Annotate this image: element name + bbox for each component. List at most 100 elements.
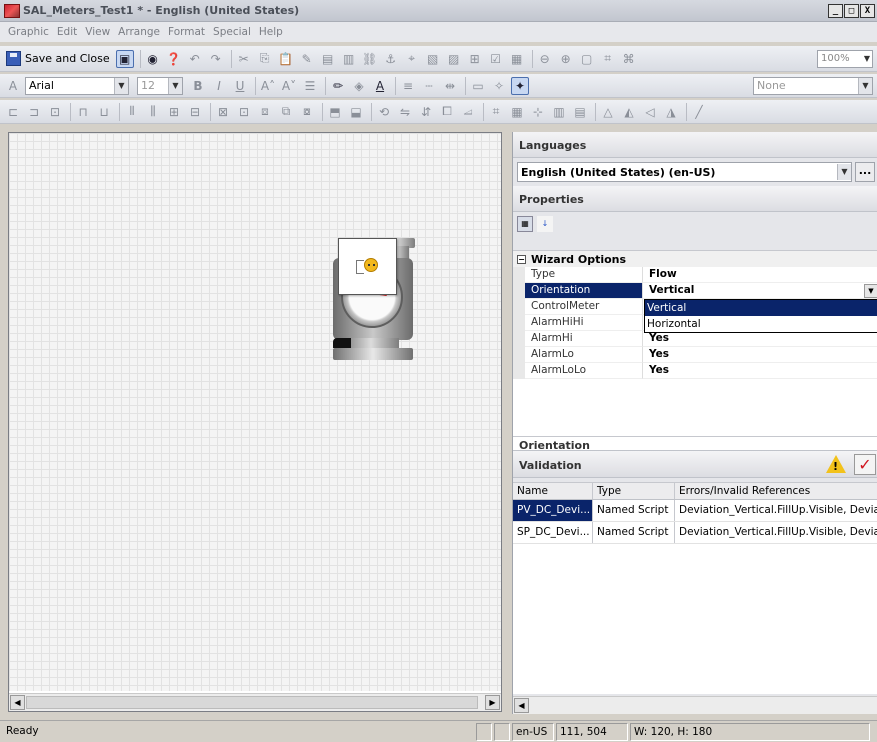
collapse-icon[interactable]: − (517, 254, 526, 264)
shadow-icon[interactable]: ▭ (469, 77, 487, 95)
make-same-size-icon[interactable]: ⧈ (256, 103, 274, 121)
toggle-view-button[interactable]: ▣ (115, 49, 134, 68)
property-row-type[interactable]: Type Flow (513, 267, 877, 283)
space-h-icon[interactable]: ⊞ (165, 103, 183, 121)
center-h-icon[interactable]: ⧉ (277, 103, 295, 121)
language-combo[interactable]: English (United States) (en-US) ▼ (517, 162, 852, 182)
show-grid-icon[interactable]: ▦ (508, 103, 526, 121)
categorized-icon[interactable]: ▦ (517, 216, 533, 232)
magic-wand-icon[interactable]: ✧ (490, 77, 508, 95)
underline-icon[interactable]: U (231, 77, 249, 95)
link-icon[interactable]: ⛓ (361, 50, 379, 68)
grid-icon[interactable]: ▦ (508, 50, 526, 68)
property-row-alarmhi[interactable]: AlarmHi Yes (513, 331, 877, 347)
send-backward-icon[interactable]: ⬓ (347, 103, 365, 121)
make-same-height-icon[interactable]: ⊡ (235, 103, 253, 121)
dropdown-option-horizontal[interactable]: Horizontal (645, 316, 877, 332)
cut-icon[interactable]: ✂ (235, 50, 253, 68)
line-ends-icon[interactable]: ⇹ (441, 77, 459, 95)
align-middle-icon[interactable]: ⊔ (95, 103, 113, 121)
copy-icon[interactable]: ⎘ (256, 50, 274, 68)
disc-icon[interactable]: ◉ (144, 50, 162, 68)
make-same-width-icon[interactable]: ⊠ (214, 103, 232, 121)
fill-color-icon[interactable]: ◈ (350, 77, 368, 95)
menu-graphic[interactable]: Graphic (4, 26, 53, 38)
edit-points-icon[interactable]: ⌖ (403, 50, 421, 68)
zoom-page-icon[interactable]: ▢ (578, 50, 596, 68)
chevron-down-icon[interactable]: ▼ (864, 283, 877, 298)
scroll-left-icon[interactable]: ◀ (10, 695, 25, 710)
layers-icon[interactable]: ▤ (571, 103, 589, 121)
space-v-icon[interactable]: ⊟ (186, 103, 204, 121)
category-wizard-options[interactable]: − Wizard Options (513, 251, 877, 267)
grow-font-icon[interactable]: A˄ (259, 77, 277, 95)
menu-help[interactable]: Help (255, 26, 287, 38)
maximize-button[interactable]: □ (844, 3, 859, 18)
scroll-left-icon[interactable]: ◀ (514, 698, 529, 713)
italic-icon[interactable]: I (210, 77, 228, 95)
table-row[interactable]: PV_DC_Devi... Named Script Deviation_Ver… (513, 500, 877, 522)
bold-icon[interactable]: B (189, 77, 207, 95)
polygon-icon[interactable]: ◁ (641, 103, 659, 121)
property-row-alarmlolo[interactable]: AlarmLoLo Yes (513, 363, 877, 379)
property-value[interactable]: Yes (643, 347, 877, 363)
align-right-icon[interactable]: ⊡ (46, 103, 64, 121)
rulers-icon[interactable]: ▥ (550, 103, 568, 121)
flip-shape-icon[interactable]: ◮ (662, 103, 680, 121)
align-top-icon[interactable]: ⊓ (74, 103, 92, 121)
zoom-out-icon[interactable]: ⊖ (536, 50, 554, 68)
property-value[interactable]: Flow (643, 267, 877, 283)
shrink-font-icon[interactable]: A˅ (280, 77, 298, 95)
align-center-icon[interactable]: ⊐ (25, 103, 43, 121)
style-combo[interactable]: None ▼ (753, 76, 873, 95)
line-tool-icon[interactable]: ╱ (690, 103, 708, 121)
column-header-errors[interactable]: Errors/Invalid References (675, 483, 877, 499)
validation-horizontal-scrollbar[interactable]: ◀ (513, 696, 877, 714)
group-icon[interactable]: ▤ (319, 50, 337, 68)
align-left-icon[interactable]: ⊏ (4, 103, 22, 121)
table-row[interactable]: SP_DC_Devi... Named Script Deviation_Ver… (513, 522, 877, 544)
center-v-icon[interactable]: ⧇ (298, 103, 316, 121)
zoom-in-icon[interactable]: ⊕ (557, 50, 575, 68)
minimize-button[interactable]: _ (828, 3, 843, 18)
validate-check-button[interactable]: ✓ (854, 454, 876, 475)
menu-format[interactable]: Format (164, 26, 209, 38)
canvas-horizontal-scrollbar[interactable]: ◀ ▶ (9, 693, 501, 711)
group-objects-icon[interactable]: ⧠ (438, 103, 456, 121)
text-color-icon[interactable]: A (371, 77, 389, 95)
column-header-name[interactable]: Name (513, 483, 593, 499)
rotate-icon[interactable]: ⟲ (375, 103, 393, 121)
save-and-close-button[interactable]: Save and Close (4, 49, 114, 69)
paste-icon[interactable]: 📋 (277, 50, 295, 68)
close-button[interactable]: X (860, 3, 875, 18)
ungroup-icon[interactable]: ▥ (340, 50, 358, 68)
align-icon[interactable]: ⊞ (466, 50, 484, 68)
distribute-v-icon[interactable]: ⫼ (144, 103, 162, 121)
property-value[interactable]: Yes (643, 331, 877, 347)
column-header-type[interactable]: Type (593, 483, 675, 499)
flip-h-icon[interactable]: ⇋ (396, 103, 414, 121)
menu-edit[interactable]: Edit (53, 26, 81, 38)
zoom-selection-icon[interactable]: ⌘ (620, 50, 638, 68)
menu-arrange[interactable]: Arrange (114, 26, 164, 38)
undo-icon[interactable]: ↶ (186, 50, 204, 68)
anchor-icon[interactable]: ⚓ (382, 50, 400, 68)
menu-view[interactable]: View (81, 26, 114, 38)
graphic-canvas[interactable] (9, 133, 501, 691)
format-painter-icon[interactable]: ✎ (298, 50, 316, 68)
send-back-icon[interactable]: ▨ (445, 50, 463, 68)
redo-icon[interactable]: ↷ (207, 50, 225, 68)
style-wizard-icon[interactable]: ✦ (511, 76, 529, 95)
triangle-icon[interactable]: △ (599, 103, 617, 121)
property-row-orientation[interactable]: Orientation Vertical ▼ (513, 283, 877, 299)
shape-icon[interactable]: ◭ (620, 103, 638, 121)
text-align-icon[interactable]: ☰ (301, 77, 319, 95)
flow-meter-graphic[interactable] (329, 238, 429, 373)
menu-special[interactable]: Special (209, 26, 255, 38)
snap-grid-icon[interactable]: ⌗ (487, 103, 505, 121)
wizard-options-card[interactable] (338, 238, 397, 295)
line-weight-icon[interactable]: ≡ (399, 77, 417, 95)
dropdown-option-vertical[interactable]: Vertical (645, 300, 877, 316)
zoom-fit-icon[interactable]: ⌗ (599, 50, 617, 68)
scroll-thumb[interactable] (26, 696, 478, 709)
